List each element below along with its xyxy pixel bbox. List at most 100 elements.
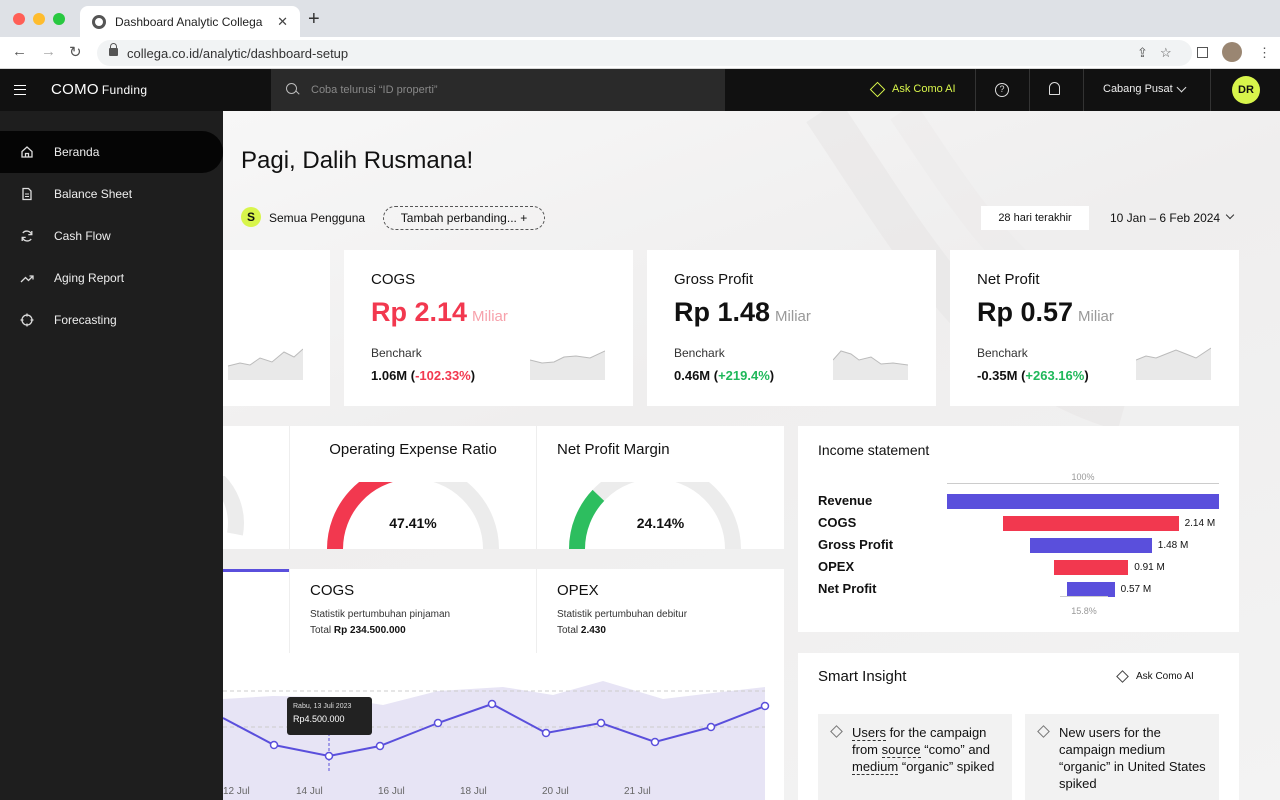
menu-dots-icon[interactable]: ⋮	[1258, 45, 1271, 61]
kpi-card-gross-profit[interactable]: Gross Profit Rp 1.48 Miliar Benchark 0.46…	[647, 250, 936, 406]
data-point[interactable]	[650, 737, 660, 747]
user-filter-badge[interactable]: S	[241, 207, 261, 227]
sidebar-item-aging-report[interactable]: Aging Report	[0, 257, 223, 299]
data-point[interactable]	[433, 718, 443, 728]
bench-change: -102.33%	[415, 368, 471, 383]
divider	[1210, 69, 1211, 111]
stats-tabs: COGS Statistik pertumbuhan pinjaman Tota…	[223, 569, 784, 653]
funnel-bar[interactable]	[1003, 516, 1179, 531]
search-placeholder: Coba telurusi “ID properti”	[311, 84, 438, 96]
funnel-bar[interactable]	[1030, 538, 1152, 553]
add-comparison-button[interactable]: Tambah perbanding... +	[383, 206, 545, 230]
x-tick-label: 14 Jul	[296, 786, 323, 797]
gauge-net-profit-margin[interactable]: Net Profit Margin 24.14%	[537, 426, 784, 550]
data-point[interactable]	[375, 741, 385, 751]
ask-ai-button[interactable]: Ask Como AI	[1116, 670, 1194, 683]
active-tab-indicator	[223, 569, 289, 572]
sidebar-item-cash-flow[interactable]: Cash Flow	[0, 215, 223, 257]
gauge-value: 24.14%	[636, 515, 685, 531]
sidebar: Beranda Balance Sheet Cash Flow Aging Re…	[0, 111, 223, 800]
bench-amount: 1.06M (	[371, 368, 416, 383]
tab-opex-stats[interactable]: OPEX Statistik pertumbuhan debitur Total…	[536, 569, 784, 653]
benchmark-label: Benchark	[674, 346, 725, 360]
funnel-bar[interactable]	[1067, 582, 1115, 597]
insight-text: New users for the campaign medium “organ…	[1059, 725, 1206, 791]
share-icon[interactable]: ⇪	[1137, 45, 1148, 61]
sidebar-toggle-icon[interactable]	[1197, 47, 1208, 58]
data-point[interactable]	[541, 728, 551, 738]
tab-cogs-stats[interactable]: COGS Statistik pertumbuhan pinjaman Tota…	[289, 569, 537, 653]
branch-selector[interactable]: Cabang Pusat	[1103, 83, 1173, 95]
kpi-value-number: Rp 1.48	[674, 297, 771, 327]
refresh-icon	[21, 230, 33, 242]
stat-description: Statistik pertumbuhan pinjaman	[310, 609, 451, 620]
x-tick-label: 12 Jul	[223, 786, 250, 797]
browser-toolbar: ← → ↻ collega.co.id/analytic/dashboard-s…	[0, 37, 1280, 69]
close-window-dot[interactable]	[13, 13, 25, 25]
bell-icon[interactable]	[1049, 82, 1060, 95]
reload-icon[interactable]: ↻	[69, 43, 82, 61]
insight-card[interactable]: New users for the campaign medium “organ…	[1025, 714, 1219, 800]
period-button[interactable]: 28 hari terakhir	[981, 206, 1089, 230]
sparkline	[1136, 347, 1211, 380]
bench-change: +263.16%	[1025, 368, 1085, 383]
bench-change: +219.4%	[718, 368, 770, 383]
sidebar-item-balance-sheet[interactable]: Balance Sheet	[0, 173, 223, 215]
data-point[interactable]	[269, 740, 279, 750]
sidebar-item-label: Beranda	[54, 145, 100, 159]
new-tab-button[interactable]: +	[308, 8, 320, 31]
chart-tooltip: Rabu, 13 Juli 2023 Rp4.500.000	[287, 697, 372, 735]
profile-avatar[interactable]	[1222, 42, 1242, 62]
bookmark-star-icon[interactable]: ☆	[1160, 45, 1172, 61]
app-logo[interactable]: COMO Funding	[51, 81, 147, 98]
back-icon[interactable]: ←	[12, 43, 27, 60]
stat-description: Statistik pertumbuhan debitur	[557, 609, 688, 620]
sidebar-item-beranda[interactable]: Beranda	[0, 131, 223, 173]
date-range-selector[interactable]: 10 Jan – 6 Feb 2024	[1110, 211, 1220, 225]
hamburger-icon[interactable]	[14, 85, 26, 95]
ask-ai-label: Ask Como AI	[1136, 671, 1194, 682]
forward-icon[interactable]: →	[41, 43, 56, 60]
x-tick-label: 16 Jul	[378, 786, 405, 797]
divider	[975, 69, 976, 111]
stat-title: OPEX	[557, 582, 599, 599]
search-icon	[286, 83, 297, 94]
users-filter[interactable]: Semua Pengguna	[269, 211, 365, 225]
data-point[interactable]	[324, 751, 334, 761]
ask-ai-button[interactable]: Ask Como AI	[869, 81, 956, 97]
funnel-bar[interactable]	[947, 494, 1219, 509]
maximize-window-dot[interactable]	[53, 13, 65, 25]
user-avatar[interactable]: DR	[1232, 76, 1260, 104]
address-bar[interactable]: collega.co.id/analytic/dashboard-setup	[97, 40, 1192, 66]
kpi-card-cogs[interactable]: COGS Rp 2.14 Miliar Benchark 1.06M (-102.…	[344, 250, 633, 406]
insight-card[interactable]: Users for the campaign from source “como…	[818, 714, 1012, 800]
funnel-value: 0.57 M	[1120, 584, 1152, 595]
gauge-opex-ratio[interactable]: Operating Expense Ratio 47.41%	[290, 426, 536, 550]
data-point[interactable]	[760, 701, 770, 711]
help-icon[interactable]: ?	[995, 83, 1009, 97]
cube-icon	[1116, 670, 1129, 683]
funnel-bar[interactable]	[1053, 560, 1129, 575]
income-row-label: Gross Profit	[818, 537, 894, 552]
kpi-card-hidden[interactable]	[223, 250, 330, 406]
benchmark-value: 0.46M (+219.4%)	[674, 368, 774, 383]
data-point[interactable]	[487, 699, 497, 709]
search-input[interactable]: Coba telurusi “ID properti”	[271, 69, 725, 111]
sidebar-item-forecasting[interactable]: Forecasting	[0, 299, 223, 341]
sparkline	[833, 350, 908, 380]
kpi-unit: Miliar	[1078, 308, 1114, 325]
smart-insight-card: Smart Insight Ask Como AI Users for the …	[798, 653, 1239, 800]
cube-icon	[869, 81, 886, 97]
browser-tab[interactable]: Dashboard Analytic Collega ✕	[80, 6, 300, 37]
kpi-card-net-profit[interactable]: Net Profit Rp 0.57 Miliar Benchark -0.35M…	[950, 250, 1239, 406]
tab-close-icon[interactable]: ✕	[277, 14, 288, 30]
app-header: COMO Funding Coba telurusi “ID properti” …	[0, 69, 1280, 111]
data-point[interactable]	[596, 718, 606, 728]
data-point[interactable]	[706, 722, 716, 732]
gauge-partial	[223, 476, 244, 536]
minimize-window-dot[interactable]	[33, 13, 45, 25]
gauges-panel: Operating Expense Ratio 47.41% Net Profi…	[223, 426, 784, 550]
chevron-down-icon[interactable]	[1176, 82, 1187, 93]
kpi-title: COGS	[371, 271, 416, 288]
logo-subtext: Funding	[101, 83, 148, 97]
